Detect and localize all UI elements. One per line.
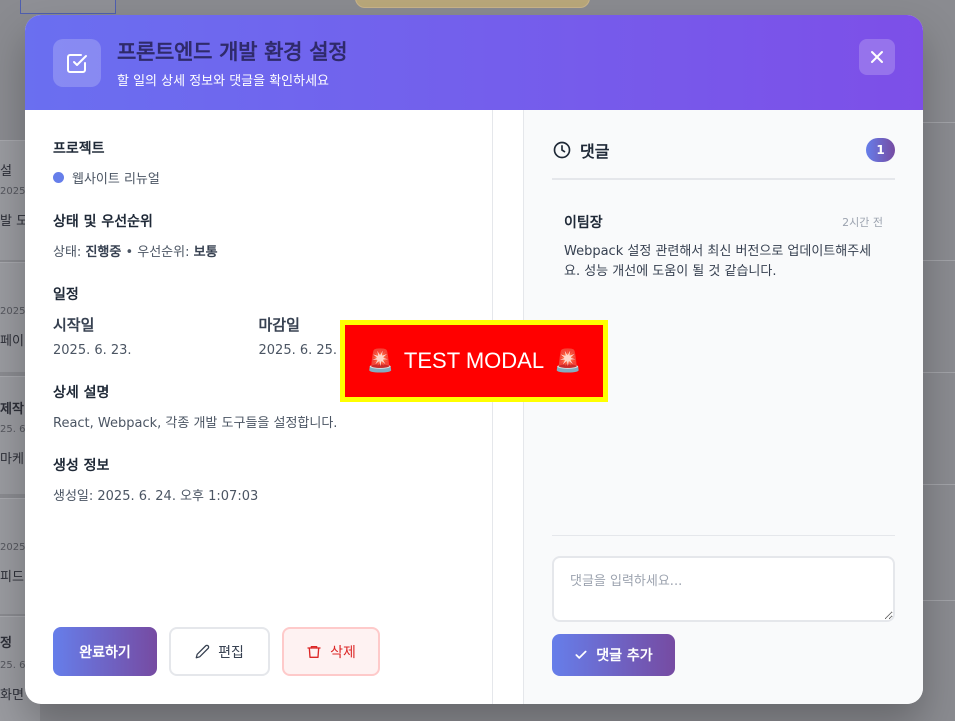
start-date-value: 2025. 6. 23.: [53, 343, 132, 358]
pencil-icon: [195, 644, 210, 659]
comment-time: 2시간 전: [842, 216, 883, 229]
comment-item: 이팀장 2시간 전 Webpack 설정 관련해서 최신 버전으로 업데이트해주…: [552, 196, 895, 298]
comment-text: Webpack 설정 관련해서 최신 버전으로 업데이트해주세요. 성능 개선에…: [564, 244, 872, 279]
project-label: 프로젝트: [53, 141, 105, 157]
priority-prefix: 우선순위:: [137, 245, 194, 260]
background-divider: [920, 260, 955, 261]
close-button[interactable]: [859, 39, 895, 75]
project-section: 프로젝트 웹사이트 리뉴얼: [53, 138, 464, 187]
background-top-box: [20, 0, 116, 14]
project-name: 웹사이트 리뉴얼: [72, 172, 160, 187]
edit-button[interactable]: 편집: [169, 627, 270, 676]
close-icon: [871, 51, 883, 63]
created-label: 생성 정보: [53, 458, 110, 474]
priority-value: 보통: [193, 245, 218, 260]
background-divider: [920, 122, 955, 123]
comments-count-badge: 1: [866, 138, 895, 162]
description-text: React, Webpack, 각종 개발 도구들을 설정합니다.: [53, 416, 338, 431]
check-icon: [575, 650, 587, 659]
background-card-desc: 화면: [0, 688, 24, 703]
add-comment-label: 댓글 추가: [596, 648, 653, 664]
comments-title: 댓글: [580, 142, 610, 161]
task-check-icon: [53, 38, 101, 87]
status-value: 진행중: [85, 245, 122, 260]
comment-author: 이팀장: [564, 215, 603, 231]
modal-header: 프론트엔드 개발 환경 설정 할 일의 상세 정보와 댓글을 확인하세요: [25, 15, 923, 110]
task-actions: 완료하기 편집 삭제: [53, 627, 380, 676]
trash-icon: [307, 645, 321, 658]
delete-button[interactable]: 삭제: [282, 627, 380, 676]
test-modal-text: TEST MODAL: [403, 348, 545, 373]
created-text: 생성일: 2025. 6. 24. 오후 1:07:03: [53, 489, 259, 504]
background-card-date: 25. 6: [0, 424, 26, 435]
status-separator: •: [121, 245, 138, 260]
start-date-label: 시작일: [53, 316, 95, 334]
comments-pane: 댓글 1 이팀장 2시간 전 Webpack 설정 관련해서 최신 버전으로 업…: [524, 110, 923, 704]
comments-header: 댓글 1: [552, 138, 895, 180]
background-top-pill: [355, 0, 590, 8]
complete-button-label: 완료하기: [79, 644, 131, 661]
task-details-pane: 프로젝트 웹사이트 리뉴얼 상태 및 우선순위 상태: 진행중 • 우선순위: …: [25, 110, 493, 704]
status-prefix: 상태:: [53, 245, 86, 260]
siren-icon: 🚨: [366, 348, 394, 373]
background-card-desc: 페이: [0, 334, 24, 349]
add-comment-button[interactable]: 댓글 추가: [552, 634, 675, 676]
background-divider: [920, 484, 955, 485]
project-color-dot: [53, 172, 64, 183]
pane-divider: [493, 110, 524, 704]
created-section: 생성 정보 생성일: 2025. 6. 24. 오후 1:07:03: [53, 455, 464, 504]
status-line: 상태: 진행중 • 우선순위: 보통: [53, 241, 464, 260]
delete-button-label: 삭제: [330, 644, 356, 661]
modal-subtitle: 할 일의 상세 정보와 댓글을 확인하세요: [117, 74, 330, 89]
modal-title: 프론트엔드 개발 환경 설정: [117, 40, 348, 64]
background-card-desc: 발 도: [0, 214, 29, 229]
siren-icon: 🚨: [554, 348, 582, 373]
background-card-desc: 피드: [0, 570, 24, 585]
comment-form: 댓글 추가: [552, 535, 895, 676]
background-card-date: 25. 6: [0, 660, 26, 671]
complete-button[interactable]: 완료하기: [53, 627, 157, 676]
background-card-desc: 마케: [0, 452, 24, 467]
status-section: 상태 및 우선순위 상태: 진행중 • 우선순위: 보통: [53, 211, 464, 260]
background-card-title: 제작: [0, 402, 24, 417]
comment-input[interactable]: [552, 556, 895, 622]
modal-body: 프로젝트 웹사이트 리뉴얼 상태 및 우선순위 상태: 진행중 • 우선순위: …: [25, 110, 923, 704]
edit-button-label: 편집: [218, 644, 244, 661]
status-label: 상태 및 우선순위: [53, 214, 153, 230]
test-modal-banner: 🚨 TEST MODAL 🚨: [340, 320, 608, 402]
background-divider: [920, 600, 955, 601]
background-divider: [920, 372, 955, 373]
background-card-title: 정: [0, 636, 12, 651]
schedule-label: 일정: [53, 287, 79, 303]
clock-icon: [553, 141, 571, 159]
background-card-title: 설: [0, 164, 12, 179]
